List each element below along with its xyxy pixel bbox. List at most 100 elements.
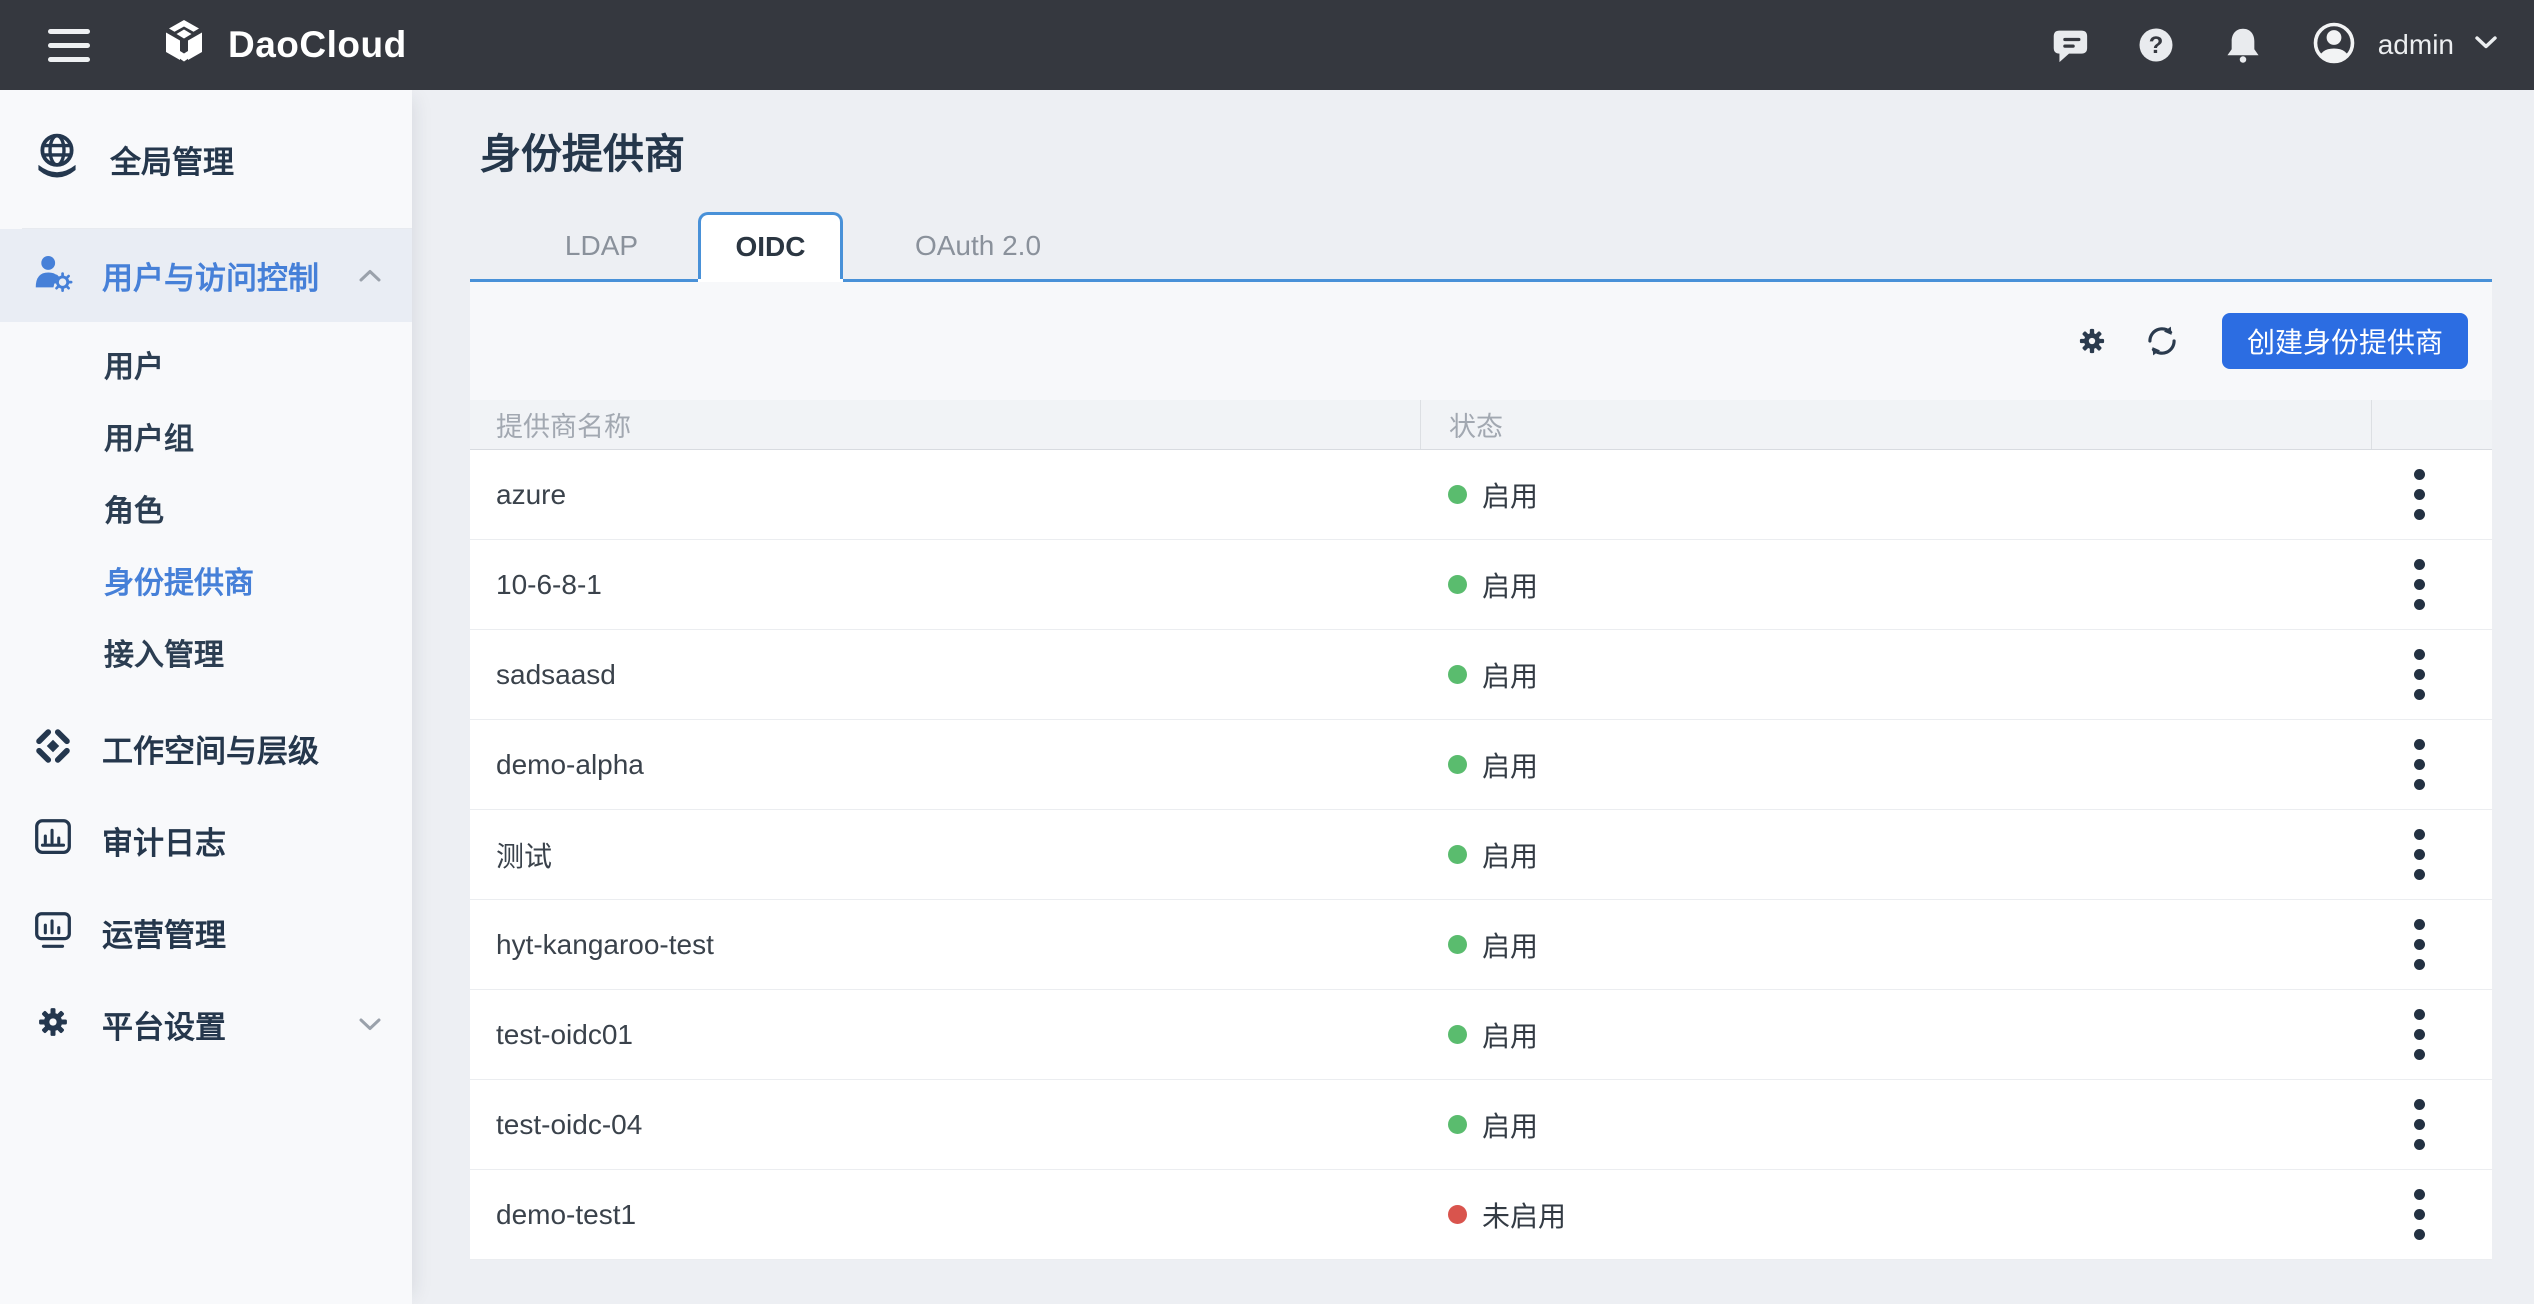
username-label: admin xyxy=(2378,29,2454,61)
table-toolbar: 创建身份提供商 xyxy=(470,282,2492,400)
topbar-actions: ? admin xyxy=(2048,19,2498,72)
table-row: test-oidc01 启用 xyxy=(470,990,2492,1080)
provider-name: demo-alpha xyxy=(470,720,1420,809)
workspace-diamond-icon xyxy=(30,723,76,774)
status-label: 启用 xyxy=(1482,475,1538,515)
row-actions-kebab-icon[interactable] xyxy=(2406,641,2433,708)
gear-icon xyxy=(30,999,76,1050)
table-row: 测试 启用 xyxy=(470,810,2492,900)
sidebar-item-workspace-hierarchy[interactable]: 工作空间与层级 xyxy=(0,702,412,794)
sidebar-item-platform-settings[interactable]: 平台设置 xyxy=(0,978,412,1070)
status-dot xyxy=(1448,575,1467,594)
tab-oidc[interactable]: OIDC xyxy=(698,212,843,279)
sidebar-item-audit-logs[interactable]: 审计日志 xyxy=(0,794,412,886)
daocloud-cube-icon xyxy=(156,15,212,76)
table-row: demo-test1 未启用 xyxy=(470,1170,2492,1260)
status-dot xyxy=(1448,1205,1467,1224)
column-header-status: 状态 xyxy=(1420,400,2371,449)
operations-chart-icon xyxy=(30,907,76,958)
sidebar-item-label: 平台设置 xyxy=(102,1002,226,1047)
column-header-actions xyxy=(2371,400,2492,449)
status-label: 启用 xyxy=(1482,655,1538,695)
tab-bar: LDAP OIDC OAuth 2.0 xyxy=(470,212,2492,282)
provider-name: demo-test1 xyxy=(470,1170,1420,1259)
help-icon[interactable]: ? xyxy=(2136,25,2176,65)
sidebar-item-label: 审计日志 xyxy=(102,818,226,863)
provider-name: test-oidc01 xyxy=(470,990,1420,1079)
provider-name: azure xyxy=(470,450,1420,539)
row-actions-kebab-icon[interactable] xyxy=(2406,731,2433,798)
row-actions-kebab-icon[interactable] xyxy=(2406,821,2433,888)
status-dot xyxy=(1448,755,1467,774)
table-row: test-oidc-04 启用 xyxy=(470,1080,2492,1170)
bell-icon[interactable] xyxy=(2222,24,2264,66)
column-header-provider-name: 提供商名称 xyxy=(470,400,1420,449)
row-actions-kebab-icon[interactable] xyxy=(2406,551,2433,618)
row-actions-kebab-icon[interactable] xyxy=(2406,461,2433,528)
menu-icon[interactable] xyxy=(48,29,90,62)
tab-ldap[interactable]: LDAP xyxy=(505,212,698,279)
provider-name: 10-6-8-1 xyxy=(470,540,1420,629)
status-label: 启用 xyxy=(1482,925,1538,965)
chevron-up-icon xyxy=(358,268,382,283)
sidebar-item-label: 工作空间与层级 xyxy=(102,726,319,771)
sidebar-item-label: 运营管理 xyxy=(102,910,226,955)
status-label: 启用 xyxy=(1482,1105,1538,1145)
row-actions-kebab-icon[interactable] xyxy=(2406,911,2433,978)
user-gear-icon xyxy=(30,250,76,301)
page-title: 身份提供商 xyxy=(480,126,2492,182)
sidebar-group-user-access-control[interactable]: 用户与访问控制 xyxy=(0,229,412,322)
status-label: 未启用 xyxy=(1482,1195,1566,1235)
status-dot xyxy=(1448,1115,1467,1134)
provider-name: sadsaasd xyxy=(470,630,1420,719)
tab-panel: 创建身份提供商 提供商名称 状态 azure 启用 10-6-8-1 启用 sa… xyxy=(470,282,2492,1260)
sidebar-item-access-management[interactable]: 接入管理 xyxy=(0,616,412,688)
status-label: 启用 xyxy=(1482,835,1538,875)
status-dot xyxy=(1448,935,1467,954)
globe-icon xyxy=(30,130,84,189)
tab-oauth2[interactable]: OAuth 2.0 xyxy=(843,212,1113,279)
status-label: 启用 xyxy=(1482,1015,1538,1055)
sidebar-group-label: 用户与访问控制 xyxy=(102,253,319,298)
row-actions-kebab-icon[interactable] xyxy=(2406,1181,2433,1248)
status-dot xyxy=(1448,485,1467,504)
sidebar: 全局管理 用户与访问控制 xyxy=(0,90,412,1304)
sidebar-item-roles[interactable]: 角色 xyxy=(0,472,412,544)
sidebar-item-users[interactable]: 用户 xyxy=(0,328,412,400)
refresh-icon[interactable] xyxy=(2142,321,2182,361)
provider-name: hyt-kangaroo-test xyxy=(470,900,1420,989)
sidebar-item-user-groups[interactable]: 用户组 xyxy=(0,400,412,472)
table-header: 提供商名称 状态 xyxy=(470,400,2492,450)
brand-name: DaoCloud xyxy=(228,24,407,66)
status-label: 启用 xyxy=(1482,745,1538,785)
brand-logo[interactable]: DaoCloud xyxy=(156,15,407,76)
sidebar-item-label: 全局管理 xyxy=(110,137,234,182)
create-identity-provider-button[interactable]: 创建身份提供商 xyxy=(2222,313,2468,369)
provider-name: test-oidc-04 xyxy=(470,1080,1420,1169)
table-row: azure 启用 xyxy=(470,450,2492,540)
sidebar-item-global-management[interactable]: 全局管理 xyxy=(0,90,412,228)
audit-log-icon xyxy=(30,815,76,866)
settings-gear-icon[interactable] xyxy=(2072,321,2112,361)
row-actions-kebab-icon[interactable] xyxy=(2406,1001,2433,1068)
chevron-down-icon xyxy=(2474,35,2498,55)
user-menu[interactable]: admin xyxy=(2310,19,2498,72)
table-row: hyt-kangaroo-test 启用 xyxy=(470,900,2492,990)
avatar-icon xyxy=(2310,19,2358,72)
table-row: demo-alpha 启用 xyxy=(470,720,2492,810)
sidebar-sublist: 用户 用户组 角色 身份提供商 接入管理 xyxy=(0,322,412,702)
provider-name: 测试 xyxy=(470,810,1420,899)
sidebar-item-identity-providers[interactable]: 身份提供商 xyxy=(0,544,412,616)
sidebar-item-operations-management[interactable]: 运营管理 xyxy=(0,886,412,978)
status-dot xyxy=(1448,665,1467,684)
main-content: 身份提供商 LDAP OIDC OAuth 2.0 xyxy=(412,90,2534,1304)
status-dot xyxy=(1448,845,1467,864)
status-label: 启用 xyxy=(1482,565,1538,605)
chevron-down-icon xyxy=(358,1017,382,1032)
topbar: DaoCloud ? xyxy=(0,0,2534,90)
table-row: sadsaasd 启用 xyxy=(470,630,2492,720)
status-dot xyxy=(1448,1025,1467,1044)
chat-icon[interactable] xyxy=(2048,24,2090,66)
row-actions-kebab-icon[interactable] xyxy=(2406,1091,2433,1158)
svg-text:?: ? xyxy=(2148,32,2163,59)
